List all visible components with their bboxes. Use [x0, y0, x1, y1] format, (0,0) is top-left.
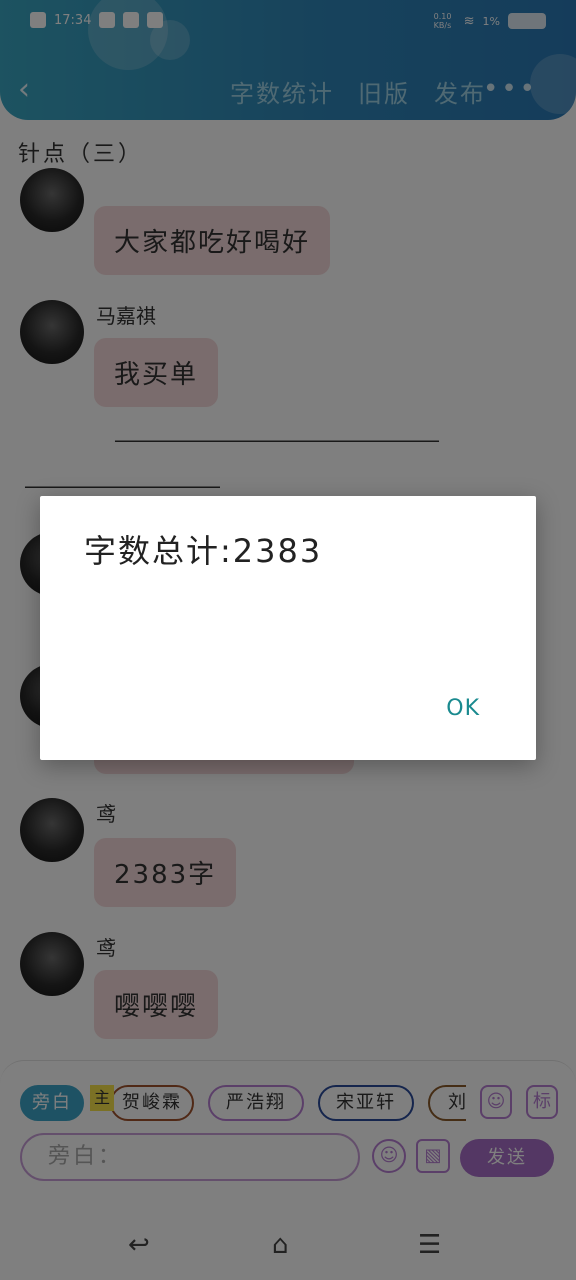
dialog-message: 字数总计:2383	[84, 532, 323, 570]
ok-button[interactable]: OK	[446, 696, 480, 721]
word-count-dialog: 字数总计:2383 OK	[40, 496, 536, 760]
